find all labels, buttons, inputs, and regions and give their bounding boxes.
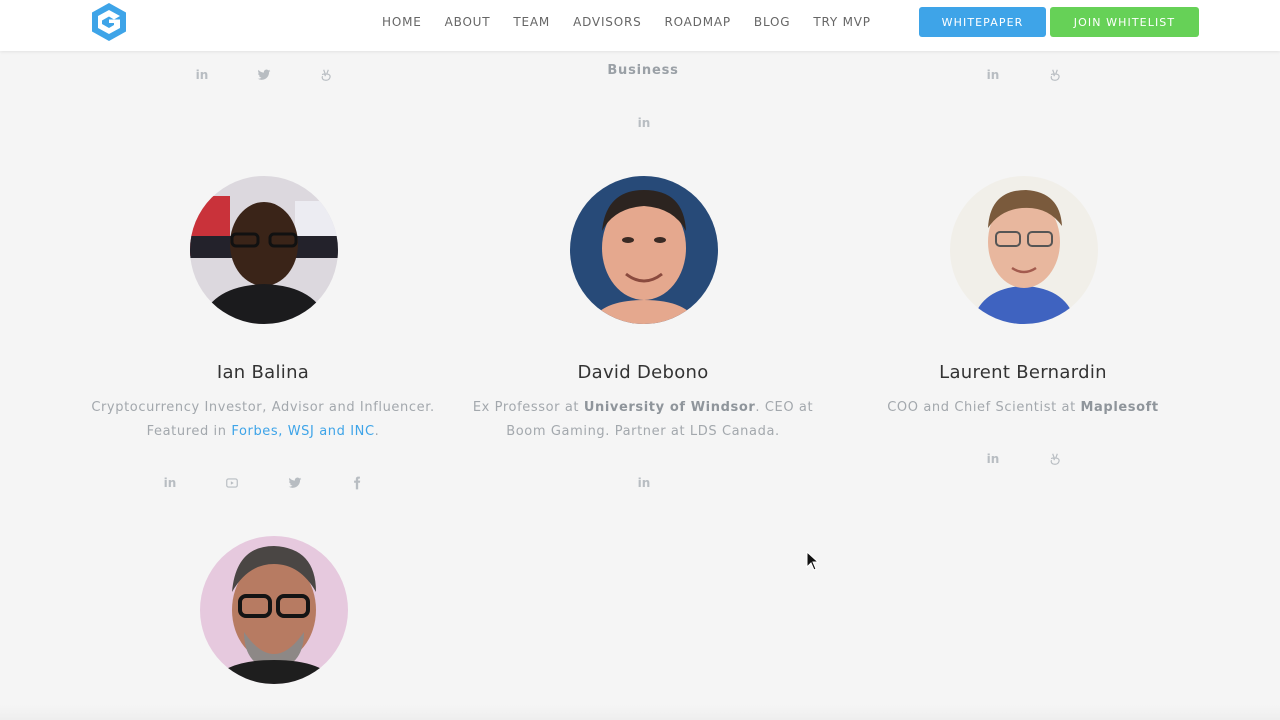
linkedin-icon[interactable]: in: [983, 449, 1003, 469]
linkedin-icon[interactable]: in: [192, 65, 212, 85]
nav-roadmap[interactable]: ROADMAP: [665, 15, 731, 29]
advisor-name: Laurent Bernardin: [939, 362, 1107, 383]
angellist-icon[interactable]: [1045, 65, 1065, 85]
main-nav: HOME ABOUT TEAM ADVISORS ROADMAP BLOG TR…: [382, 0, 894, 43]
angellist-icon[interactable]: [1045, 449, 1065, 469]
avatar-david-debono: [570, 176, 718, 324]
twitter-icon[interactable]: [285, 473, 305, 493]
nav-advisors[interactable]: ADVISORS: [573, 15, 641, 29]
twitter-icon[interactable]: [254, 65, 274, 85]
whitepaper-button[interactable]: WHITEPAPER: [919, 7, 1046, 37]
advisor-name: David Debono: [577, 362, 709, 383]
avatar-laurent-bernardin: [950, 176, 1098, 324]
youtube-icon[interactable]: [222, 473, 242, 493]
logo-icon[interactable]: [90, 2, 128, 42]
nav-home[interactable]: HOME: [382, 15, 422, 29]
advisor-description: Cryptocurrency Investor, Advisor and Inf…: [91, 400, 435, 439]
nav-about[interactable]: ABOUT: [445, 15, 491, 29]
page-bottom-edge: [0, 705, 1280, 720]
linkedin-icon[interactable]: in: [634, 473, 654, 493]
angellist-icon[interactable]: [316, 65, 336, 85]
join-whitelist-button[interactable]: JOIN WHITELIST: [1050, 7, 1199, 37]
top-advisor-desc: Business: [607, 63, 679, 78]
nav-team[interactable]: TEAM: [513, 15, 550, 29]
site-header: HOME ABOUT TEAM ADVISORS ROADMAP BLOG TR…: [0, 0, 1280, 51]
featured-in-link[interactable]: Forbes, WSJ and INC: [231, 424, 374, 439]
advisor-name: Ian Balina: [216, 362, 310, 383]
nav-blog[interactable]: BLOG: [754, 15, 790, 29]
linkedin-icon[interactable]: in: [634, 113, 654, 133]
advisor-description: Ex Professor at University of Windsor. C…: [472, 400, 814, 439]
avatar-ian-balina: [190, 176, 338, 324]
advisor-description: COO and Chief Scientist at Maplesoft: [887, 400, 1159, 415]
facebook-icon[interactable]: [347, 473, 367, 493]
nav-try-mvp[interactable]: TRY MVP: [813, 15, 870, 29]
linkedin-icon[interactable]: in: [983, 65, 1003, 85]
avatar-advisor-4: [200, 536, 348, 684]
mouse-cursor-icon: [806, 550, 820, 571]
linkedin-icon[interactable]: in: [160, 473, 180, 493]
